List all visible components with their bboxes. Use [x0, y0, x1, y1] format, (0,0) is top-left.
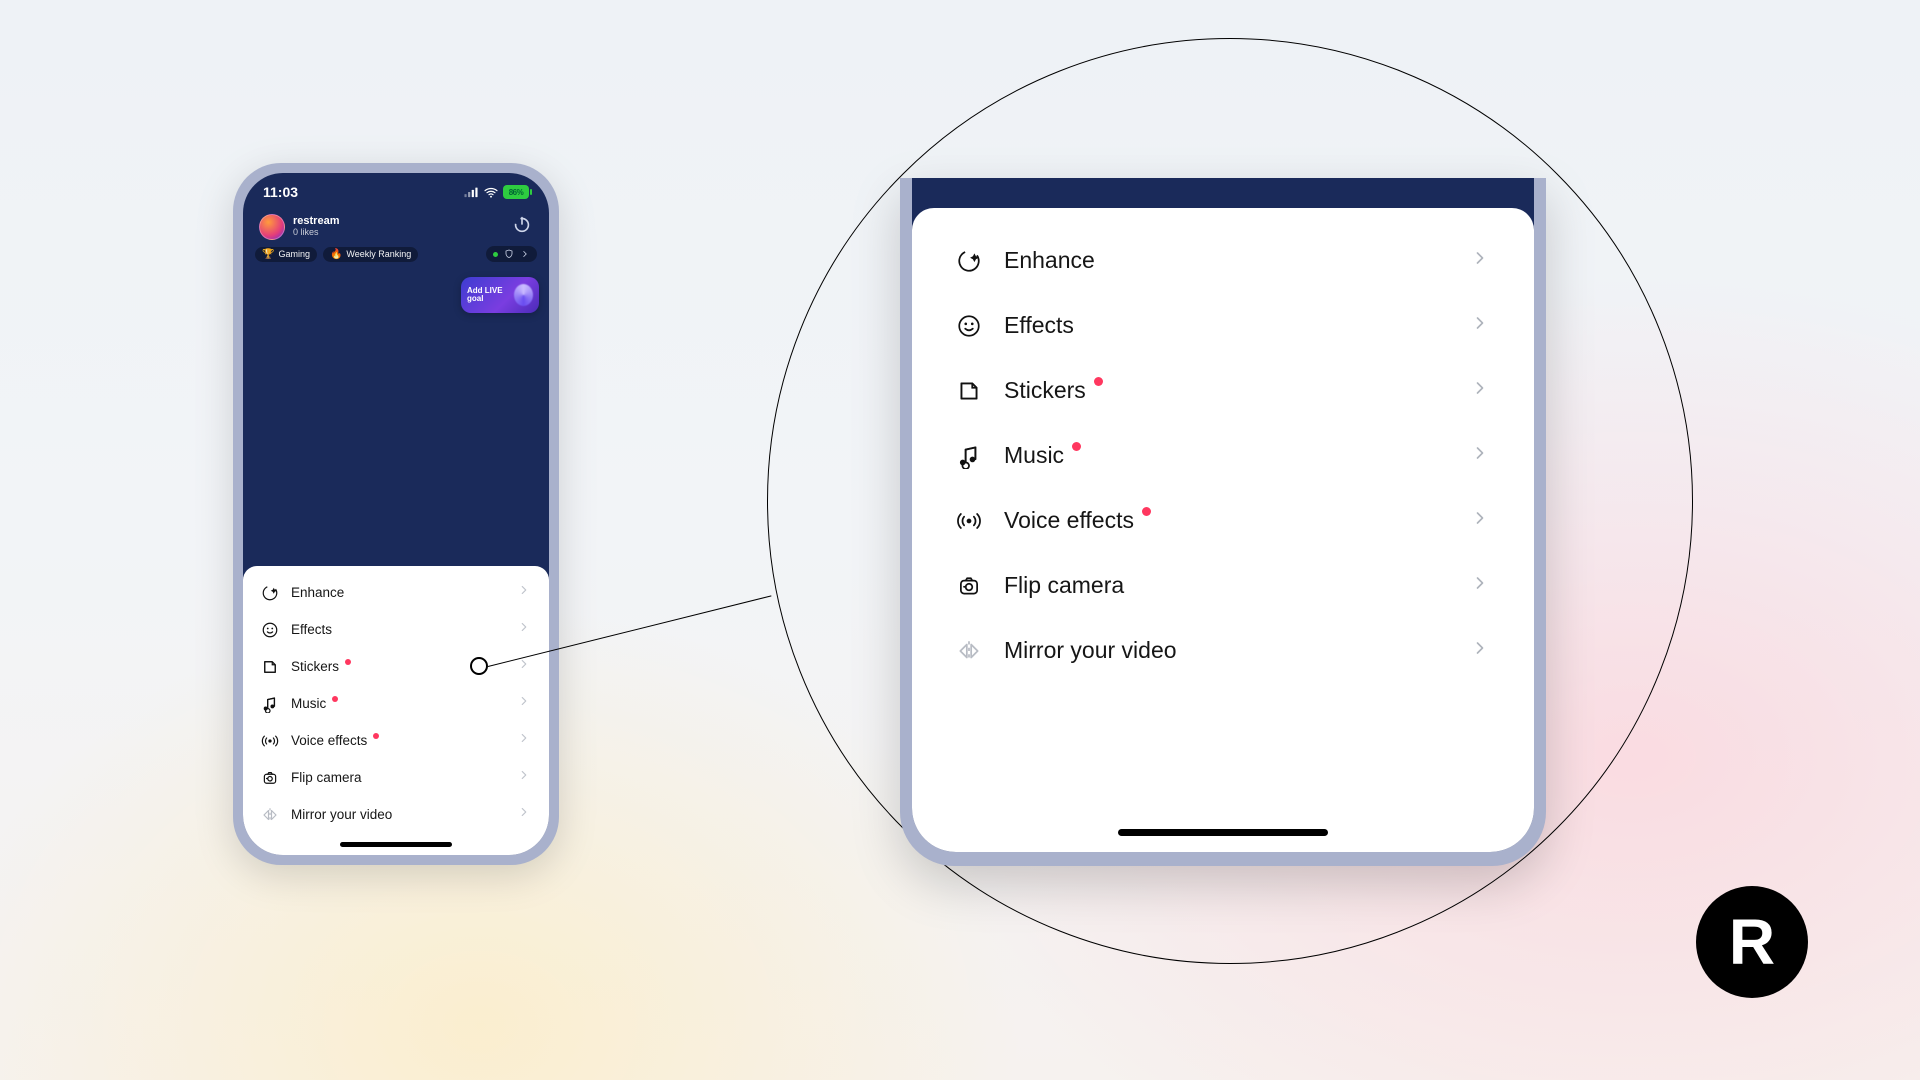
- wifi-icon: [483, 185, 499, 199]
- cell-signal-icon: [463, 186, 479, 198]
- brand-badge: R: [1696, 886, 1808, 998]
- chevron-right-icon: [1470, 248, 1490, 273]
- sticker-icon: [956, 378, 982, 404]
- new-badge-dot: [332, 696, 338, 702]
- status-time: 11:03: [263, 184, 298, 200]
- new-badge-dot: [1142, 507, 1151, 516]
- flip-camera-icon: [261, 769, 279, 787]
- menu-label: Music: [1004, 442, 1064, 469]
- chevron-right-icon: [1470, 313, 1490, 338]
- chip-gaming[interactable]: 🏆Gaming: [255, 247, 317, 262]
- status-right: 86%: [463, 185, 529, 199]
- callout-marker: [470, 657, 488, 675]
- chevron-right-icon: [1470, 508, 1490, 533]
- goal-art-icon: [514, 284, 533, 306]
- menu-item-effects[interactable]: Effects: [243, 611, 549, 648]
- smiley-icon: [261, 621, 279, 639]
- menu-label: Music: [291, 696, 326, 711]
- power-icon[interactable]: [511, 213, 533, 240]
- chevron-right-icon: [1470, 378, 1490, 403]
- chip-weekly-ranking[interactable]: 🔥Weekly Ranking: [323, 247, 418, 262]
- menu-label: Enhance: [291, 585, 344, 600]
- add-live-goal-label: Add LIVE goal: [467, 287, 514, 304]
- menu-item-voice-effects[interactable]: Voice effects: [243, 722, 549, 759]
- online-dot-icon: [493, 252, 498, 257]
- enhance-icon: [956, 248, 982, 274]
- menu-label: Voice effects: [1004, 507, 1134, 534]
- home-indicator: [1118, 829, 1328, 836]
- mirror-icon: [956, 638, 982, 664]
- music-note-icon: [956, 443, 982, 469]
- soundwave-icon: [261, 732, 279, 750]
- menu-label: Stickers: [291, 659, 339, 674]
- shield-icon: [503, 248, 515, 260]
- menu-label: Flip camera: [291, 770, 362, 785]
- settings-sheet-zoom: Enhance Effects Stickers Music: [912, 208, 1534, 852]
- chevron-right-icon: [1470, 443, 1490, 468]
- live-header: restream 0 likes: [243, 207, 549, 244]
- menu-item-mirror-video[interactable]: Mirror your video: [912, 618, 1534, 683]
- menu-item-enhance[interactable]: Enhance: [243, 574, 549, 611]
- settings-sheet: Enhance Effects Stickers Music: [243, 566, 549, 855]
- menu-item-voice-effects[interactable]: Voice effects: [912, 488, 1534, 553]
- menu-item-mirror-video[interactable]: Mirror your video: [243, 796, 549, 833]
- menu-label: Mirror your video: [291, 807, 392, 822]
- phone-mockup-zoom: Enhance Effects Stickers Music: [900, 178, 1546, 866]
- chevron-right-icon: [517, 731, 531, 750]
- menu-label: Flip camera: [1004, 572, 1124, 599]
- chevron-right-icon: [517, 620, 531, 639]
- chevron-right-icon: [517, 583, 531, 602]
- live-status-pill[interactable]: [486, 246, 537, 262]
- menu-item-flip-camera[interactable]: Flip camera: [912, 553, 1534, 618]
- music-note-icon: [261, 695, 279, 713]
- chevron-right-icon: [517, 694, 531, 713]
- phone-mockup: 11:03 86% restream 0 likes �: [233, 163, 559, 865]
- home-indicator: [340, 842, 452, 847]
- new-badge-dot: [345, 659, 351, 665]
- menu-label: Voice effects: [291, 733, 367, 748]
- chevron-right-icon: [517, 805, 531, 824]
- menu-item-flip-camera[interactable]: Flip camera: [243, 759, 549, 796]
- avatar[interactable]: [259, 214, 285, 240]
- soundwave-icon: [956, 508, 982, 534]
- flip-camera-icon: [956, 573, 982, 599]
- menu-label: Effects: [291, 622, 332, 637]
- menu-item-music[interactable]: Music: [912, 423, 1534, 488]
- add-live-goal-card[interactable]: Add LIVE goal: [461, 277, 539, 313]
- chevron-right-icon: [1470, 573, 1490, 598]
- phone-screen-zoom: Enhance Effects Stickers Music: [912, 178, 1534, 852]
- menu-item-stickers[interactable]: Stickers: [243, 648, 549, 685]
- menu-item-enhance[interactable]: Enhance: [912, 228, 1534, 293]
- smiley-icon: [956, 313, 982, 339]
- new-badge-dot: [373, 733, 379, 739]
- new-badge-dot: [1094, 377, 1103, 386]
- menu-label: Enhance: [1004, 247, 1095, 274]
- menu-label: Mirror your video: [1004, 637, 1177, 664]
- menu-item-effects[interactable]: Effects: [912, 293, 1534, 358]
- sticker-icon: [261, 658, 279, 676]
- battery-indicator: 86%: [503, 185, 529, 199]
- topic-chips: 🏆Gaming 🔥Weekly Ranking: [243, 244, 549, 266]
- menu-item-music[interactable]: Music: [243, 685, 549, 722]
- chevron-right-icon: [520, 249, 530, 259]
- enhance-icon: [261, 584, 279, 602]
- phone-screen: 11:03 86% restream 0 likes �: [243, 173, 549, 855]
- new-badge-dot: [1072, 442, 1081, 451]
- menu-item-stickers[interactable]: Stickers: [912, 358, 1534, 423]
- chevron-right-icon: [517, 657, 531, 676]
- menu-label: Effects: [1004, 312, 1074, 339]
- like-count: 0 likes: [293, 228, 339, 237]
- username: restream: [293, 216, 339, 228]
- status-bar: 11:03 86%: [243, 177, 549, 207]
- chevron-right-icon: [1470, 638, 1490, 663]
- mirror-icon: [261, 806, 279, 824]
- chevron-right-icon: [517, 768, 531, 787]
- menu-label: Stickers: [1004, 377, 1086, 404]
